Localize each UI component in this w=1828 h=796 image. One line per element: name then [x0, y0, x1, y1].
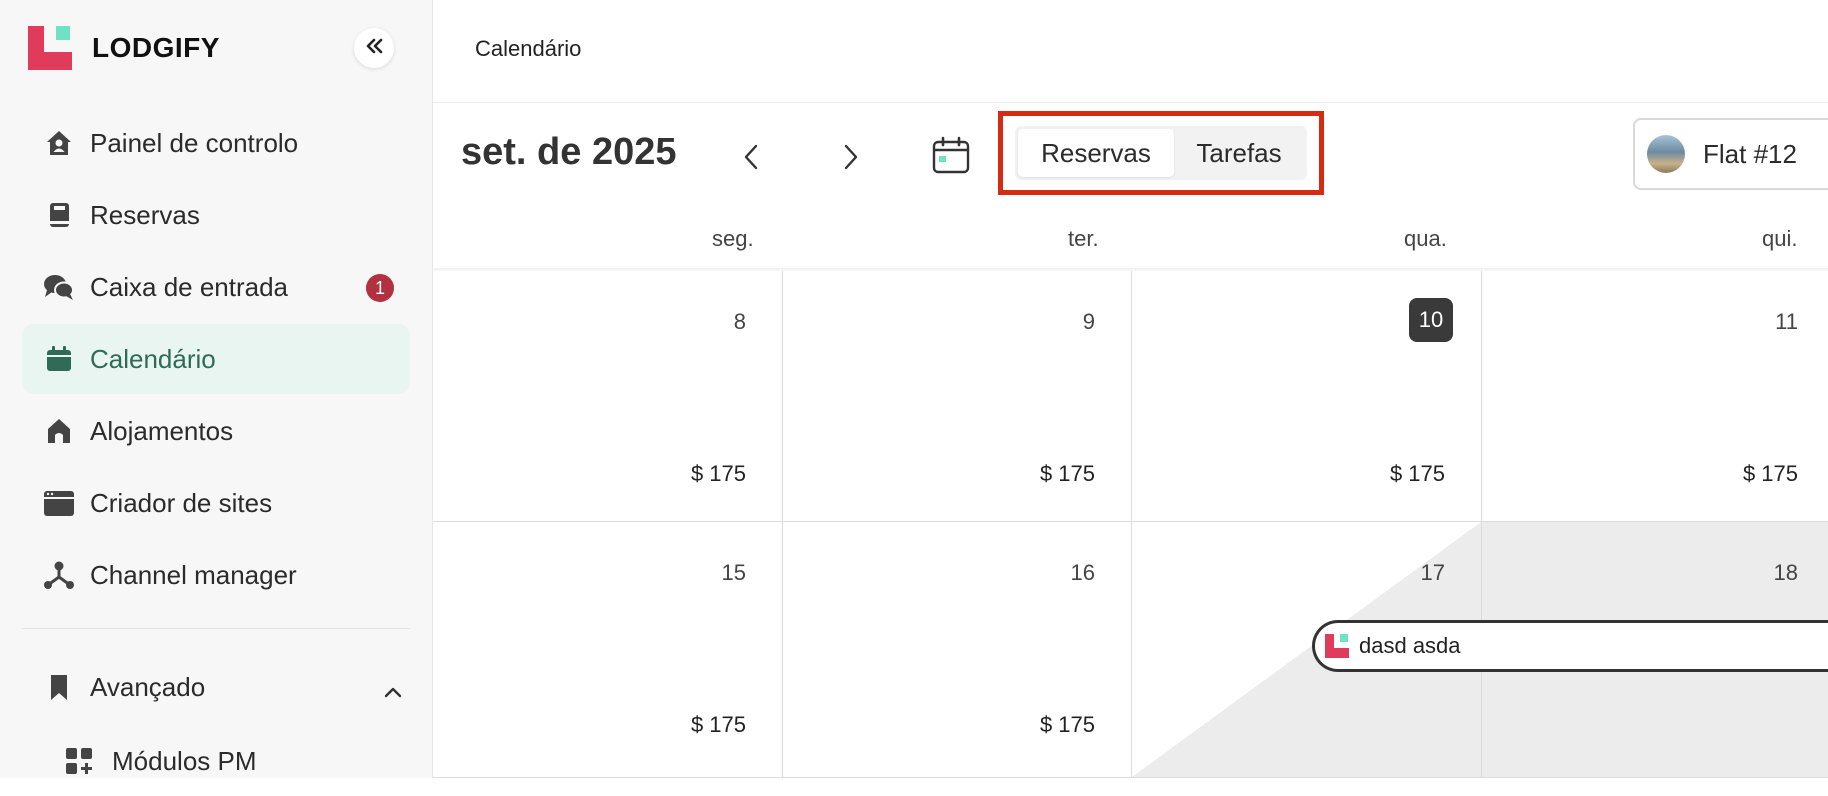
calendar-picker-icon	[931, 135, 971, 180]
house-icon	[42, 414, 76, 448]
sidebar-item-label: Caixa de entrada	[90, 271, 289, 302]
calendar-icon	[42, 342, 76, 376]
browser-icon	[42, 486, 76, 520]
calendar-grid: 8 $ 175 9 $ 175 10 $ 175 11 $ 175 15 $ 1…	[433, 271, 1828, 778]
collapse-sidebar-button[interactable]	[354, 28, 394, 68]
calendar-cell[interactable]: 11 $ 175	[1482, 271, 1828, 522]
sidebar-item-calendario[interactable]: Calendário	[22, 324, 410, 394]
sidebar-item-criador[interactable]: Criador de sites	[22, 468, 410, 538]
network-icon	[42, 558, 76, 592]
calendar-cell[interactable]: 9 $ 175	[783, 271, 1132, 522]
chat-icon	[42, 270, 76, 304]
sidebar-item-avancado[interactable]: Avançado	[22, 652, 430, 722]
sidebar-item-channel[interactable]: Channel manager	[22, 540, 410, 610]
booking-bar[interactable]: dasd asda	[1312, 620, 1828, 672]
calendar-cell-today[interactable]: 10 $ 175	[1132, 271, 1482, 522]
sidebar-item-label: Avançado	[90, 671, 206, 702]
sidebar-item-label: Calendário	[90, 343, 216, 374]
sidebar-divider	[22, 628, 410, 629]
inbox-unread-badge: 1	[366, 274, 394, 302]
day-number: 17	[1420, 560, 1445, 585]
sidebar-nav: Painel de controlo Reservas Caixa de ent…	[22, 108, 410, 612]
sidebar-item-alojamentos[interactable]: Alojamentos	[22, 396, 410, 466]
nightly-price: $ 175	[690, 461, 746, 486]
day-number: 16	[1070, 560, 1095, 585]
calendar-toolbar: set. de 2025 Reservas Tarefas Flat #12	[433, 103, 1828, 209]
next-month-button[interactable]	[831, 139, 871, 179]
sidebar-item-caixa[interactable]: Caixa de entrada 1	[22, 252, 410, 322]
day-number: 11	[1775, 309, 1798, 334]
previous-month-button[interactable]	[731, 139, 771, 179]
view-toggle: Reservas Tarefas	[1015, 126, 1307, 180]
booking-guest-name: dasd asda	[1359, 633, 1461, 658]
view-toggle-highlight: Reservas Tarefas	[998, 111, 1324, 195]
sidebar-item-label: Reservas	[90, 199, 200, 230]
lodgify-logo	[28, 26, 72, 70]
property-selector[interactable]: Flat #12	[1633, 118, 1828, 190]
nightly-price: $ 175	[1039, 712, 1095, 737]
bookmark-icon	[42, 670, 76, 704]
nightly-price: $ 175	[1742, 461, 1798, 486]
sidebar-item-modulos[interactable]: Módulos PM	[64, 726, 257, 796]
weekday-label: qua.	[1404, 226, 1447, 251]
nightly-price: $ 175	[690, 712, 746, 737]
weekday-label: ter.	[1068, 226, 1099, 251]
sidebar-item-label: Módulos PM	[112, 745, 257, 776]
home-icon	[42, 126, 76, 160]
date-picker-button[interactable]	[929, 135, 973, 179]
nightly-price: $ 175	[1039, 461, 1095, 486]
calendar-cell[interactable]: 16 $ 175	[783, 522, 1132, 778]
day-number: 15	[721, 560, 746, 585]
today-indicator: 10	[1409, 298, 1453, 342]
tab-reservas[interactable]: Reservas	[1018, 129, 1174, 177]
modules-icon	[64, 746, 94, 776]
day-number: 18	[1773, 560, 1798, 585]
weekday-label: qui.	[1762, 226, 1798, 251]
current-month-title: set. de 2025	[461, 131, 677, 173]
top-bar: Calendário	[433, 0, 1828, 103]
double-chevron-left-icon	[365, 38, 383, 59]
chevron-left-icon	[743, 144, 759, 175]
chevron-right-icon	[843, 144, 859, 175]
sidebar-item-label: Criador de sites	[90, 487, 273, 518]
chevron-up-icon	[384, 674, 402, 705]
property-name: Flat #12	[1703, 138, 1797, 169]
sidebar-item-label: Alojamentos	[90, 415, 234, 446]
day-number: 9	[1082, 309, 1095, 334]
sidebar: LODGIFY Painel de controlo Reservas Caix…	[0, 0, 433, 778]
brand-name: LODGIFY	[92, 32, 220, 63]
nightly-price: $ 175	[1389, 461, 1445, 486]
sidebar-item-label: Painel de controlo	[90, 127, 299, 158]
sidebar-item-reservas[interactable]: Reservas	[22, 180, 410, 250]
tab-tarefas[interactable]: Tarefas	[1174, 129, 1304, 177]
day-number: 8	[733, 309, 746, 334]
property-thumbnail	[1647, 135, 1685, 173]
calendar-cell[interactable]: 15 $ 175	[433, 522, 783, 778]
calendar-cell[interactable]: 8 $ 175	[433, 271, 783, 522]
lodgify-channel-icon	[1325, 634, 1349, 658]
sidebar-item-painel[interactable]: Painel de controlo	[22, 108, 410, 178]
brand[interactable]: LODGIFY	[28, 26, 220, 70]
book-icon	[42, 198, 76, 232]
weekday-label: seg.	[712, 226, 754, 251]
breadcrumb: Calendário	[475, 36, 582, 61]
sidebar-item-label: Channel manager	[90, 559, 297, 590]
